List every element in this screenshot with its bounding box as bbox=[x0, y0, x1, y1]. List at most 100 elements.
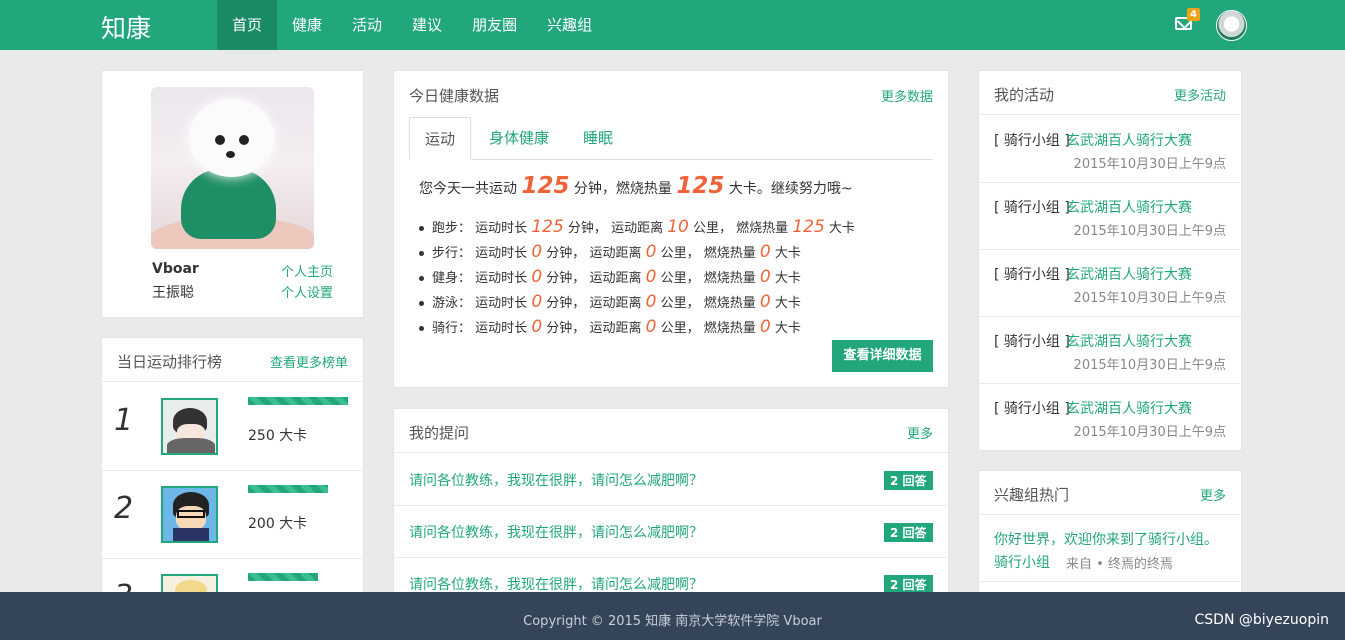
activity-group-tag: [ 骑行小组 ] bbox=[994, 133, 1070, 149]
activity-row: 骑行： 运动时长 0 分钟， 运动距离 0 公里， 燃烧热量 0 大卡 bbox=[419, 317, 801, 339]
km-unit: 公里， bbox=[660, 271, 700, 286]
activity-kcal: 0 bbox=[759, 292, 771, 312]
view-details-button[interactable]: 查看详细数据 bbox=[832, 340, 933, 372]
minutes-unit: 分钟， bbox=[546, 296, 586, 311]
hot-groups-card: 兴趣组热门 更多 你好世界，欢迎你来到了骑行小组。 骑行小组 来自 • 终焉的终… bbox=[978, 470, 1242, 610]
groups-more-link[interactable]: 更多 bbox=[1200, 485, 1226, 504]
profile-username: Vboar bbox=[152, 261, 199, 277]
tab-sleep[interactable]: 睡眠 bbox=[567, 117, 629, 160]
tab-exercise[interactable]: 运动 bbox=[409, 117, 471, 160]
km-unit: 公里， bbox=[693, 221, 733, 236]
photo-dog-eye-left bbox=[215, 135, 225, 145]
mail-badge: 4 bbox=[1187, 8, 1200, 21]
question-text[interactable]: 请问各位教练，我现在很胖，请问怎么减肥啊？ bbox=[409, 574, 703, 594]
summary-prefix: 您今天一共运动 bbox=[419, 181, 517, 197]
photo-dog-nose bbox=[226, 151, 235, 158]
minutes-unit: 分钟， bbox=[546, 271, 586, 286]
kcal-unit: 大卡 bbox=[774, 246, 801, 261]
top-navbar: 知康 首页 健康 活动 建议 朋友圈 兴趣组 4 bbox=[0, 0, 1345, 50]
question-text[interactable]: 请问各位教练，我现在很胖，请问怎么减肥啊？ bbox=[409, 470, 703, 490]
avatar-body bbox=[167, 438, 215, 453]
minutes-unit: 分钟， bbox=[546, 321, 586, 336]
profile-card: Vboar 王振聪 个人主页 个人设置 bbox=[101, 70, 364, 318]
activity-name: 步行： bbox=[432, 246, 472, 261]
activity-duration: 0 bbox=[531, 267, 543, 287]
rank-progress-bar bbox=[248, 573, 318, 581]
profile-real-name: 王振聪 bbox=[152, 285, 194, 301]
kcal-label: 燃烧热量 bbox=[736, 221, 789, 236]
activity-distance: 0 bbox=[645, 242, 657, 262]
bullet-icon bbox=[419, 326, 424, 331]
nav-suggestion[interactable]: 建议 bbox=[397, 0, 457, 50]
ranking-card: 当日运动排行榜 查看更多榜单 1 250 大卡 2 200 大卡 3 bbox=[101, 337, 364, 597]
activity-item[interactable]: [ 骑行小组 ] 玄武湖百人骑行大赛 2015年10月30日上午9点 bbox=[979, 317, 1241, 384]
activity-distance: 0 bbox=[645, 317, 657, 337]
group-name-link[interactable]: 骑行小组 bbox=[994, 552, 1050, 572]
rank-avatar[interactable] bbox=[161, 486, 218, 543]
activity-item[interactable]: [ 骑行小组 ] 玄武湖百人骑行大赛 2015年10月30日上午9点 bbox=[979, 183, 1241, 250]
activity-title[interactable]: 玄武湖百人骑行大赛 bbox=[1066, 197, 1192, 217]
photo-dog-body bbox=[181, 169, 276, 239]
activity-kcal: 0 bbox=[759, 317, 771, 337]
activities-more-link[interactable]: 更多活动 bbox=[1174, 85, 1226, 104]
question-item[interactable]: 请问各位教练，我现在很胖，请问怎么减肥啊？ 2 回答 bbox=[394, 454, 947, 506]
activity-name: 骑行： bbox=[432, 321, 472, 336]
kcal-unit: 大卡 bbox=[828, 221, 855, 236]
activities-title: 我的活动 bbox=[994, 86, 1055, 104]
summary-total-minutes: 125 bbox=[521, 173, 570, 199]
activity-group-tag: [ 骑行小组 ] bbox=[994, 334, 1070, 350]
copyright-text: Copyright © 2015 知康 南京大学软件学院 Vboar bbox=[523, 614, 822, 629]
watermark-text: CSDN @biyezuopin bbox=[1194, 612, 1329, 628]
health-more-link[interactable]: 更多数据 bbox=[881, 86, 933, 105]
health-card: 今日健康数据 更多数据 运动 身体健康 睡眠 您今天一共运动 125 分钟，燃烧… bbox=[393, 70, 949, 388]
activity-title[interactable]: 玄武湖百人骑行大赛 bbox=[1066, 264, 1192, 284]
activity-kcal: 0 bbox=[759, 242, 771, 262]
rank-avatar[interactable] bbox=[161, 398, 218, 455]
duration-label: 运动时长 bbox=[475, 271, 528, 286]
profile-settings-link[interactable]: 个人设置 bbox=[281, 282, 333, 301]
summary-middle: 分钟，燃烧热量 bbox=[573, 181, 672, 197]
activity-item[interactable]: [ 骑行小组 ] 玄武湖百人骑行大赛 2015年10月30日上午9点 bbox=[979, 384, 1241, 451]
ranking-more-link[interactable]: 查看更多榜单 bbox=[270, 352, 348, 371]
activity-title[interactable]: 玄武湖百人骑行大赛 bbox=[1066, 130, 1192, 150]
activity-group-tag: [ 骑行小组 ] bbox=[994, 267, 1070, 283]
questions-card: 我的提问 更多 请问各位教练，我现在很胖，请问怎么减肥啊？ 2 回答 请问各位教… bbox=[393, 408, 949, 608]
kcal-label: 燃烧热量 bbox=[703, 321, 756, 336]
profile-home-link[interactable]: 个人主页 bbox=[281, 261, 333, 280]
nav-interest-groups[interactable]: 兴趣组 bbox=[532, 0, 607, 50]
questions-header: 我的提问 更多 bbox=[394, 409, 948, 453]
activity-name: 游泳： bbox=[432, 296, 472, 311]
brand-logo[interactable]: 知康 bbox=[101, 9, 151, 45]
activity-time: 2015年10月30日上午9点 bbox=[1073, 291, 1226, 306]
distance-label: 运动距离 bbox=[589, 271, 642, 286]
question-text[interactable]: 请问各位教练，我现在很胖，请问怎么减肥啊？ bbox=[409, 522, 703, 542]
activity-time: 2015年10月30日上午9点 bbox=[1073, 358, 1226, 373]
questions-title: 我的提问 bbox=[409, 424, 470, 442]
photo-dog-eye-right bbox=[239, 135, 249, 145]
page-footer: Copyright © 2015 知康 南京大学软件学院 Vboar CSDN … bbox=[0, 592, 1345, 640]
rank-row[interactable]: 2 200 大卡 bbox=[102, 471, 363, 559]
nav-friends[interactable]: 朋友圈 bbox=[457, 0, 532, 50]
activity-title[interactable]: 玄武湖百人骑行大赛 bbox=[1066, 331, 1192, 351]
nav-health[interactable]: 健康 bbox=[277, 0, 337, 50]
tab-body-health[interactable]: 身体健康 bbox=[476, 117, 562, 160]
activity-distance: 0 bbox=[645, 267, 657, 287]
activity-time: 2015年10月30日上午9点 bbox=[1073, 224, 1226, 239]
activity-title[interactable]: 玄武湖百人骑行大赛 bbox=[1066, 398, 1192, 418]
nav-home[interactable]: 首页 bbox=[217, 0, 278, 50]
question-item[interactable]: 请问各位教练，我现在很胖，请问怎么减肥啊？ 2 回答 bbox=[394, 506, 947, 558]
user-avatar[interactable] bbox=[1216, 10, 1247, 41]
activity-item[interactable]: [ 骑行小组 ] 玄武湖百人骑行大赛 2015年10月30日上午9点 bbox=[979, 250, 1241, 317]
kcal-label: 燃烧热量 bbox=[703, 296, 756, 311]
rank-row[interactable]: 1 250 大卡 bbox=[102, 383, 363, 471]
activity-item[interactable]: [ 骑行小组 ] 玄武湖百人骑行大赛 2015年10月30日上午9点 bbox=[979, 116, 1241, 183]
health-summary: 您今天一共运动 125 分钟，燃烧热量 125 大卡。继续努力哦~ bbox=[419, 173, 853, 199]
rank-progress-bar bbox=[248, 397, 348, 405]
group-post-text[interactable]: 你好世界，欢迎你来到了骑行小组。 bbox=[994, 529, 1218, 549]
avatar-body bbox=[173, 528, 209, 541]
ranking-title: 当日运动排行榜 bbox=[117, 353, 223, 371]
nav-activity[interactable]: 活动 bbox=[337, 0, 397, 50]
kcal-unit: 大卡 bbox=[774, 271, 801, 286]
questions-more-link[interactable]: 更多 bbox=[907, 423, 933, 442]
distance-label: 运动距离 bbox=[589, 321, 642, 336]
